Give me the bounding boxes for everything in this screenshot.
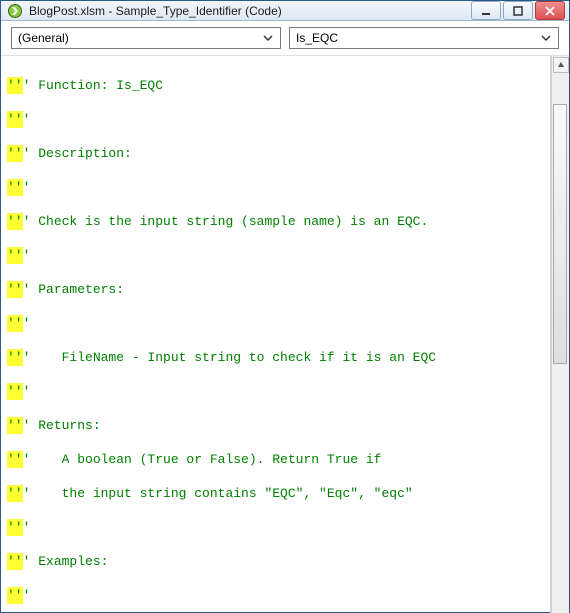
code-line: ' A boolean (True or False). Return True… (23, 452, 382, 467)
object-dropdown-text: (General) (18, 31, 69, 45)
maximize-button[interactable] (503, 1, 533, 20)
code-window: BlogPost.xlsm - Sample_Type_Identifier (… (0, 0, 570, 613)
code-line: ' Description: (23, 146, 132, 161)
code-line: ' the input string contains "EQC", "Eqc"… (23, 486, 413, 501)
window-button-group (471, 1, 565, 20)
chevron-down-icon (260, 30, 276, 46)
code-line: ' (23, 520, 31, 535)
window-title: BlogPost.xlsm - Sample_Type_Identifier (… (29, 4, 465, 18)
scroll-up-button[interactable] (553, 57, 569, 73)
dropdown-row: (General) Is_EQC (1, 21, 569, 56)
procedure-dropdown[interactable]: Is_EQC (289, 27, 559, 49)
app-icon (7, 3, 23, 19)
code-line: ' (23, 316, 31, 331)
code-line: ' (23, 112, 31, 127)
close-button[interactable] (535, 1, 565, 20)
code-line: ' (23, 588, 31, 603)
code-line: ' (23, 248, 31, 263)
titlebar[interactable]: BlogPost.xlsm - Sample_Type_Identifier (… (1, 1, 569, 21)
code-editor[interactable]: ' ' ' Function: Is_EQC ' ' ' ' ' ' Description… (1, 56, 551, 613)
code-line: ' FileName - Input string to check if it… (23, 350, 436, 365)
code-line: ' Returns: (23, 418, 101, 433)
code-line: ' (23, 384, 31, 399)
object-dropdown[interactable]: (General) (11, 27, 281, 49)
vscroll-thumb[interactable] (553, 104, 567, 364)
minimize-button[interactable] (471, 1, 501, 20)
code-line: ' Parameters: (23, 282, 124, 297)
code-line: ' Function: Is_EQC (23, 78, 163, 93)
chevron-down-icon (538, 30, 554, 46)
code-line: ' (23, 180, 31, 195)
vscroll-track[interactable] (553, 74, 569, 613)
vertical-scrollbar[interactable] (551, 56, 569, 613)
code-line: ' Examples: (23, 554, 109, 569)
procedure-dropdown-text: Is_EQC (296, 31, 338, 45)
code-area: ' ' ' Function: Is_EQC ' ' ' ' ' ' Description… (1, 56, 569, 613)
code-line: ' Check is the input string (sample name… (23, 214, 429, 229)
